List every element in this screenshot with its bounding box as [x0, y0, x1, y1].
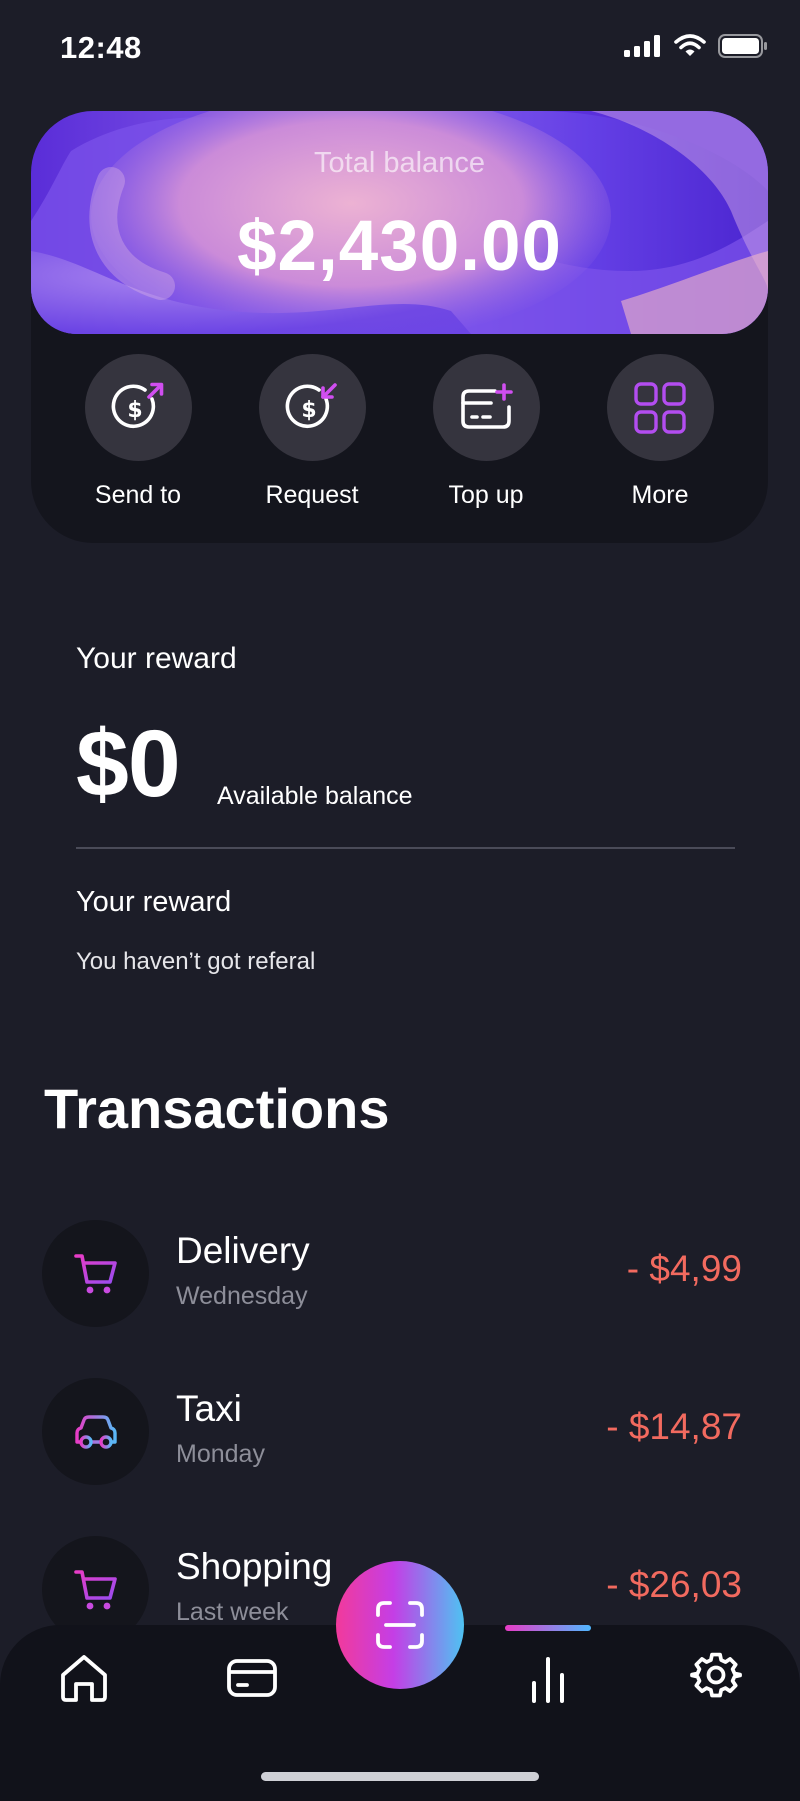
home-icon — [61, 1655, 107, 1702]
divider — [76, 847, 735, 849]
transaction-icon-circle — [42, 1378, 149, 1485]
scan-button[interactable] — [336, 1561, 464, 1689]
reward-title: Your reward — [76, 642, 237, 675]
balance-card[interactable]: Total balance $2,430.00 — [31, 111, 768, 334]
referral-status: You haven’t got referal — [76, 948, 316, 975]
top-up-button[interactable]: Top up — [399, 354, 573, 510]
reward-section-title: Your reward — [76, 886, 232, 918]
transaction-name: Delivery — [176, 1230, 310, 1271]
more-label: More — [631, 481, 689, 509]
top-up-label: Top up — [448, 481, 524, 509]
card-icon — [227, 1659, 277, 1697]
transaction-day: Last week — [176, 1598, 289, 1626]
more-button[interactable]: More — [573, 354, 747, 510]
quick-actions: $ Send to $ Request Top up More — [31, 354, 768, 510]
request-dollar-icon: $ — [285, 382, 337, 428]
balance-amount: $2,430.00 — [237, 207, 562, 286]
send-to-label: Send to — [94, 481, 182, 509]
car-icon — [74, 1414, 117, 1449]
scan-icon — [376, 1601, 424, 1649]
request-button[interactable]: $ Request — [225, 354, 399, 510]
transaction-day: Monday — [176, 1440, 265, 1468]
grid-icon — [634, 381, 686, 434]
transactions-header: Transactions — [44, 1077, 390, 1140]
wifi-icon — [674, 34, 706, 56]
cart-icon — [73, 1253, 117, 1293]
transaction-amount: - $14,87 — [606, 1406, 742, 1447]
transaction-row[interactable]: Taxi Monday - $14,87 — [42, 1378, 742, 1485]
nav-active-indicator — [505, 1625, 591, 1631]
request-label: Request — [265, 481, 359, 509]
svg-text:$: $ — [301, 398, 316, 423]
transaction-day: Wednesday — [176, 1282, 308, 1310]
home-indicator — [261, 1772, 539, 1781]
nav-cards-button[interactable] — [222, 1648, 282, 1708]
stats-icon — [532, 1657, 564, 1703]
transaction-icon-circle — [42, 1220, 149, 1327]
send-to-icon-circle: $ — [84, 354, 192, 461]
topup-card-icon — [461, 382, 513, 429]
send-dollar-icon: $ — [111, 382, 164, 428]
top-up-icon-circle — [432, 354, 540, 461]
svg-text:$: $ — [127, 398, 142, 423]
send-to-button[interactable]: $ Send to — [51, 354, 225, 510]
reward-amount-caption: Available balance — [217, 782, 413, 810]
nav-settings-button[interactable] — [686, 1648, 746, 1708]
transaction-name: Taxi — [176, 1388, 242, 1429]
battery-icon — [718, 34, 767, 58]
reward-amount: $0 — [76, 711, 181, 817]
transaction-name: Shopping — [176, 1546, 333, 1587]
status-time: 12:48 — [60, 30, 142, 65]
transaction-row[interactable]: Delivery Wednesday - $4,99 — [42, 1220, 742, 1327]
settings-icon — [690, 1652, 742, 1698]
request-icon-circle: $ — [258, 354, 366, 461]
status-icons — [624, 34, 768, 58]
balance-label: Total balance — [314, 147, 485, 179]
more-icon-circle — [606, 354, 714, 461]
cart-icon — [73, 1569, 117, 1609]
nav-home-button[interactable] — [54, 1648, 114, 1708]
transaction-amount: - $26,03 — [606, 1564, 742, 1605]
nav-stats-button[interactable] — [518, 1648, 578, 1708]
wallet-card: Total balance $2,430.00 $ Send to $ Requ… — [31, 111, 768, 543]
transaction-amount: - $4,99 — [626, 1248, 742, 1289]
signal-icon — [624, 35, 660, 57]
